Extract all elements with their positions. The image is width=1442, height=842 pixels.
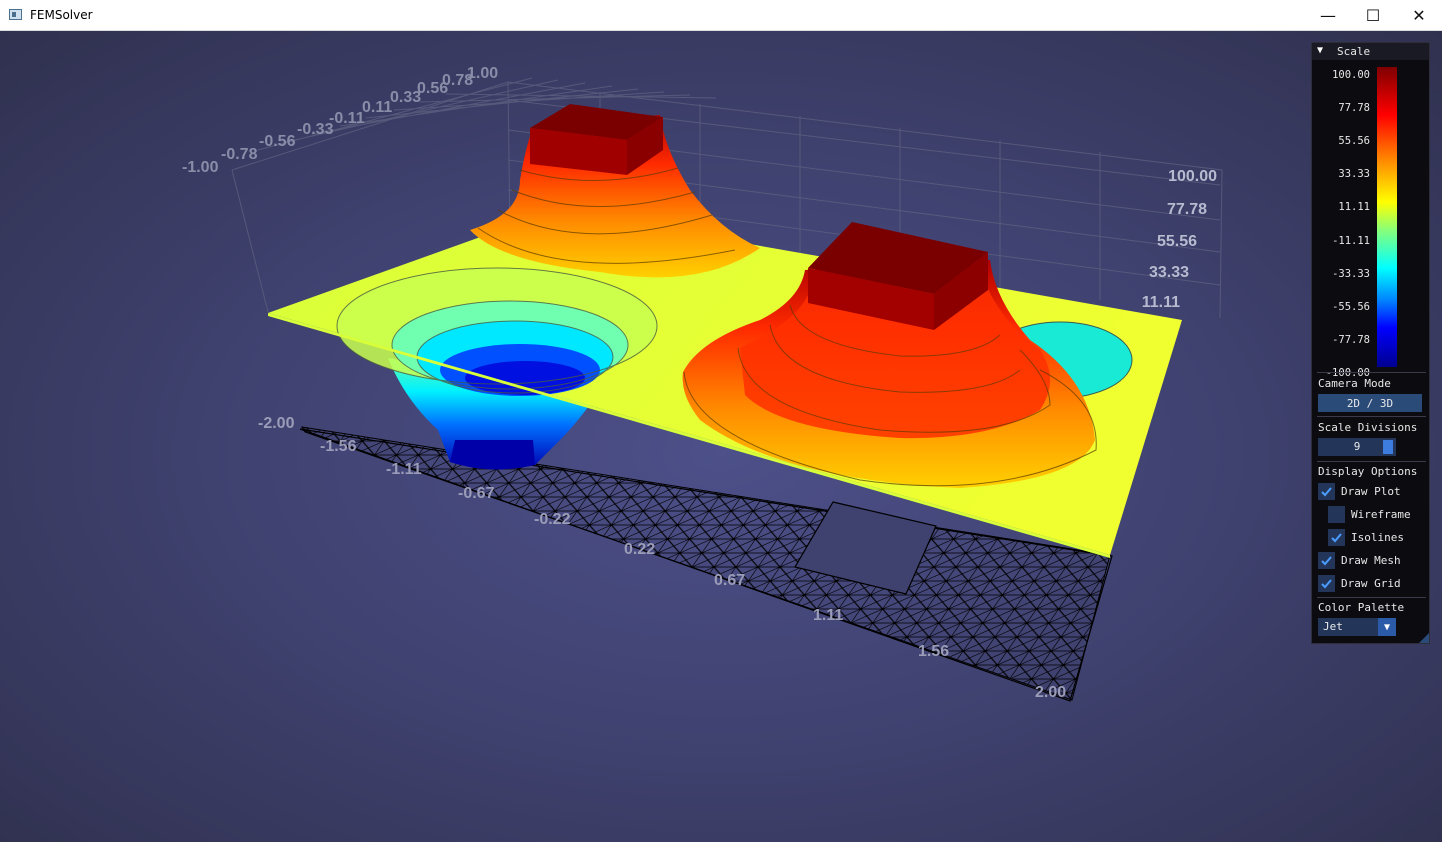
x-tick: 2.00 <box>1035 684 1066 701</box>
isolines-label: Isolines <box>1351 531 1404 544</box>
scale-value: 11.11 <box>1338 201 1370 213</box>
x-tick: 0.67 <box>714 572 745 589</box>
draw-grid-label: Draw Grid <box>1341 577 1401 590</box>
collapse-triangle-icon[interactable]: ▼ <box>1317 45 1323 56</box>
draw-grid-checkbox[interactable] <box>1318 575 1335 592</box>
draw-plot-label: Draw Plot <box>1341 485 1401 498</box>
x-tick: 0.22 <box>624 541 655 558</box>
z-tick: 11.11 <box>1142 294 1180 311</box>
scale-divisions-slider[interactable]: 9 <box>1318 438 1396 456</box>
checkmark-icon <box>1321 579 1332 589</box>
scale-value: 33.33 <box>1338 168 1370 180</box>
x-tick: -2.00 <box>258 415 295 432</box>
scale-value: 100.00 <box>1332 69 1370 81</box>
x-tick: -0.22 <box>534 511 571 528</box>
draw-plot-checkbox[interactable] <box>1318 483 1335 500</box>
z-axis-ticks: 100.00 77.78 55.56 33.33 11.11 <box>1142 168 1217 311</box>
peak-left <box>470 104 760 278</box>
draw-mesh-checkbox[interactable] <box>1318 552 1335 569</box>
x-tick: -0.67 <box>458 485 495 502</box>
panel-header[interactable]: ▼ Scale <box>1312 43 1429 60</box>
scale-value: 77.78 <box>1338 102 1370 114</box>
title-bar: FEMSolver — ☐ ✕ <box>0 0 1442 31</box>
scale-value: 55.56 <box>1338 135 1370 147</box>
app-icon <box>9 9 22 20</box>
x-tick: -1.11 <box>386 461 422 478</box>
scale-value: -77.78 <box>1332 334 1370 346</box>
render-viewport[interactable]: -1.00 -0.78 -0.56 -0.33 -0.11 0.11 0.33 … <box>0 31 1442 842</box>
color-palette-select[interactable]: Jet ▼ <box>1318 618 1396 636</box>
fem-3d-scene: -1.00 -0.78 -0.56 -0.33 -0.11 0.11 0.33 … <box>182 65 1223 702</box>
scale-divisions-label: Scale Divisions <box>1318 421 1418 434</box>
checkmark-icon <box>1331 533 1342 543</box>
divider <box>1317 597 1426 598</box>
color-palette-value: Jet <box>1323 620 1343 633</box>
window-title: FEMSolver <box>30 8 93 22</box>
wireframe-checkbox[interactable] <box>1328 506 1345 523</box>
display-options-label: Display Options <box>1318 465 1418 478</box>
close-button[interactable]: ✕ <box>1396 0 1442 30</box>
y-axis-ticks: -1.00 -0.78 -0.56 -0.33 -0.11 0.11 0.33 … <box>182 65 498 176</box>
z-tick: 77.78 <box>1167 201 1207 218</box>
y-tick: 0.11 <box>362 99 392 116</box>
y-tick: -0.56 <box>259 133 296 150</box>
y-tick: -1.00 <box>182 159 219 176</box>
z-tick: 55.56 <box>1157 233 1197 250</box>
draw-mesh-label: Draw Mesh <box>1341 554 1401 567</box>
checkmark-icon <box>1321 487 1332 497</box>
y-tick: -0.11 <box>329 110 365 127</box>
camera-mode-button[interactable]: 2D / 3D <box>1318 394 1422 412</box>
scale-value: -55.56 <box>1332 301 1370 313</box>
x-tick: -1.56 <box>320 438 357 455</box>
wireframe-label: Wireframe <box>1351 508 1411 521</box>
dropdown-arrow-icon[interactable]: ▼ <box>1378 618 1396 636</box>
resize-grip-icon[interactable] <box>1419 633 1429 643</box>
scale-panel: ▼ Scale 100.00 77.78 55.56 33.33 11.11 -… <box>1311 42 1430 644</box>
panel-title: Scale <box>1337 45 1371 58</box>
divider <box>1317 372 1426 373</box>
divider <box>1317 416 1426 417</box>
x-tick: 1.56 <box>918 643 949 660</box>
slider-grab-handle[interactable] <box>1383 440 1393 454</box>
camera-mode-label: Camera Mode <box>1318 377 1391 390</box>
x-tick: 1.11 <box>813 607 843 624</box>
z-tick: 33.33 <box>1149 264 1189 281</box>
y-tick: -0.78 <box>221 146 258 163</box>
color-palette-label: Color Palette <box>1318 601 1405 614</box>
checkmark-icon <box>1321 556 1332 566</box>
divider <box>1317 461 1426 462</box>
minimize-button[interactable]: — <box>1305 0 1351 30</box>
scale-value: -33.33 <box>1332 268 1370 280</box>
z-tick: 100.00 <box>1168 168 1217 185</box>
scale-value: -11.11 <box>1332 235 1370 247</box>
isolines-checkbox[interactable] <box>1328 529 1345 546</box>
y-tick: 1.00 <box>467 65 498 82</box>
color-scale-bar <box>1377 67 1397 367</box>
maximize-button[interactable]: ☐ <box>1350 0 1396 30</box>
